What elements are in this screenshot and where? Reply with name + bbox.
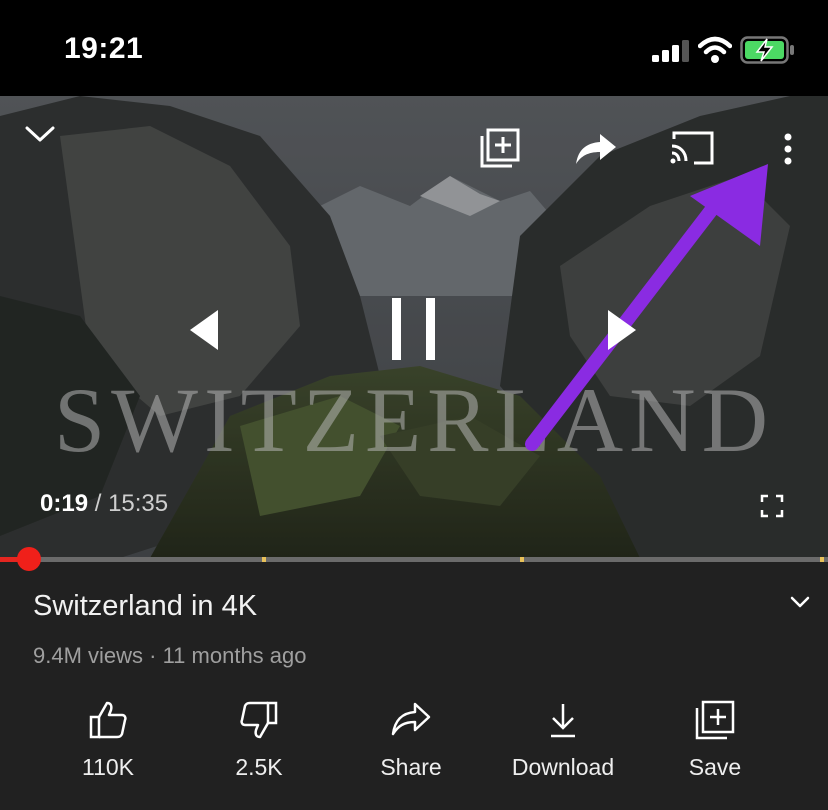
current-time: 0:19: [40, 490, 89, 517]
wifi-icon: [698, 36, 732, 63]
signal-icon: [652, 40, 689, 62]
dislike-icon: [240, 701, 278, 739]
action-bar: 110K 2.5K Share Download Save: [0, 696, 828, 796]
chapter-marker: [820, 557, 824, 562]
like-icon: [89, 701, 127, 739]
annotation-arrow: [525, 164, 768, 451]
time-separator: /: [94, 490, 102, 517]
save-button[interactable]: Save: [645, 696, 785, 781]
fullscreen-icon[interactable]: [760, 494, 784, 518]
download-button[interactable]: Download: [493, 696, 633, 781]
chapter-marker: [262, 557, 266, 562]
video-meta: 9.4M views · 11 months ago: [33, 643, 307, 668]
share-button[interactable]: Share: [341, 696, 481, 781]
progress-track[interactable]: [0, 557, 828, 562]
save-icon: [695, 700, 735, 740]
dislike-button[interactable]: 2.5K: [189, 696, 329, 781]
chapter-marker: [520, 557, 524, 562]
expand-chevron-icon[interactable]: [790, 595, 810, 609]
download-icon: [551, 704, 575, 738]
download-label: Download: [511, 754, 615, 780]
add-to-playlist-icon[interactable]: [480, 128, 520, 168]
like-button[interactable]: 110K: [38, 696, 178, 781]
collapse-chevron-icon[interactable]: [24, 124, 56, 144]
time-readout: 0:19 / 15:35: [40, 490, 168, 518]
next-icon[interactable]: [606, 308, 640, 352]
status-time: 19:21: [64, 32, 144, 65]
video-player[interactable]: SWITZERLAND: [0, 96, 828, 558]
duration: 15:35: [108, 490, 169, 517]
like-count: 110K: [81, 754, 134, 780]
more-options-icon[interactable]: [780, 132, 796, 168]
video-title[interactable]: Switzerland in 4K: [33, 590, 257, 623]
share-icon: [391, 702, 431, 736]
pause-icon[interactable]: [388, 296, 440, 362]
previous-icon[interactable]: [186, 308, 220, 352]
dislike-count: 2.5K: [235, 754, 283, 780]
save-label: Save: [688, 754, 742, 780]
battery-charging-icon: [740, 36, 794, 64]
status-bar: 19:21: [0, 0, 828, 96]
share-label: Share: [380, 754, 442, 780]
progress-scrubber[interactable]: [17, 547, 41, 571]
